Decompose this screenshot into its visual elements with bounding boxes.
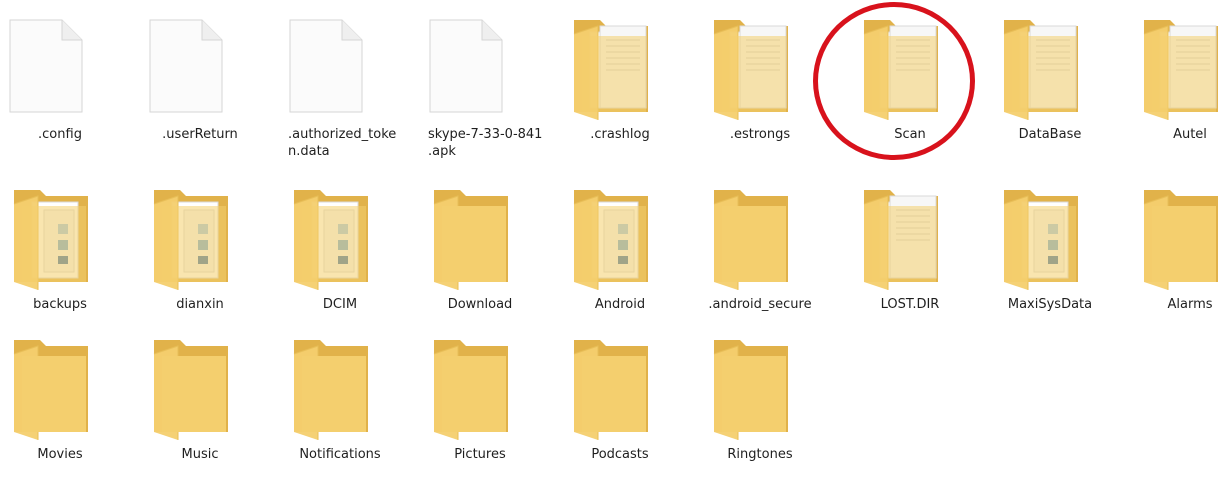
folder-documents-icon (850, 180, 970, 292)
item-label: dianxin (176, 297, 224, 312)
folder-item[interactable]: Podcasts (560, 330, 680, 480)
item-label: Download (447, 297, 513, 312)
folder-item[interactable]: Pictures (420, 330, 540, 480)
item-label: Pictures (454, 447, 506, 462)
folder-documents-icon (560, 10, 680, 122)
folder-documents-icon (990, 10, 1110, 122)
folder-images-icon (0, 180, 120, 292)
folder-icon (420, 180, 540, 292)
folder-documents-icon (850, 10, 970, 122)
folder-icon (1130, 180, 1226, 292)
folder-icon (140, 330, 260, 442)
folder-item[interactable]: Ringtones (700, 330, 820, 480)
folder-icon (560, 330, 680, 442)
item-label: Ringtones (727, 447, 793, 462)
item-label: Android (594, 297, 646, 312)
item-label: Scan (894, 127, 926, 142)
folder-item[interactable]: DataBase (990, 10, 1110, 160)
item-label: backups (33, 297, 87, 312)
folder-icon (280, 330, 400, 442)
folder-icon (0, 330, 120, 442)
item-label: skype-7-33-0-841 .apk (428, 127, 543, 159)
item-label: .authorized_toke n.data (288, 127, 397, 159)
folder-item[interactable]: Alarms (1130, 180, 1226, 330)
file-item[interactable]: skype-7-33-0-841 .apk (420, 10, 542, 160)
item-label: DataBase (1018, 127, 1082, 142)
folder-item[interactable]: backups (0, 180, 120, 330)
file-grid: .config .userReturn .authorized_toke n.d… (0, 0, 1226, 468)
folder-item[interactable]: Autel (1130, 10, 1226, 160)
folder-images-icon (990, 180, 1110, 292)
item-label: .android_secure (708, 297, 812, 312)
item-label: .estrongs (729, 127, 791, 142)
blank-file-icon (420, 10, 540, 122)
folder-item[interactable]: Download (420, 180, 540, 330)
folder-item[interactable]: .crashlog (560, 10, 680, 160)
folder-icon (700, 180, 820, 292)
folder-item[interactable]: MaxiSysData (990, 180, 1110, 330)
item-label: Notifications (299, 447, 381, 462)
folder-images-icon (560, 180, 680, 292)
item-label: Movies (37, 447, 83, 462)
file-item[interactable]: .authorized_toke n.data (280, 10, 400, 160)
folder-documents-icon (700, 10, 820, 122)
folder-icon (420, 330, 540, 442)
folder-item[interactable]: .estrongs (700, 10, 820, 160)
folder-item[interactable]: dianxin (140, 180, 260, 330)
folder-item[interactable]: DCIM (280, 180, 400, 330)
item-label: Podcasts (591, 447, 649, 462)
blank-file-icon (0, 10, 120, 122)
folder-item[interactable]: Android (560, 180, 680, 330)
blank-file-icon (140, 10, 260, 122)
item-label: MaxiSysData (1007, 297, 1093, 312)
item-label: .userReturn (162, 127, 238, 142)
file-item[interactable]: .userReturn (140, 10, 260, 160)
item-label: LOST.DIR (880, 297, 940, 312)
folder-item[interactable]: LOST.DIR (850, 180, 970, 330)
folder-images-icon (140, 180, 260, 292)
blank-file-icon (280, 10, 400, 122)
folder-item[interactable]: Scan (850, 10, 970, 160)
folder-item[interactable]: Music (140, 330, 260, 480)
folder-documents-icon (1130, 10, 1226, 122)
folder-item[interactable]: .android_secure (700, 180, 820, 330)
item-label: Autel (1173, 127, 1207, 142)
item-label: .config (38, 127, 82, 142)
folder-icon (700, 330, 820, 442)
item-label: Alarms (1167, 297, 1213, 312)
folder-images-icon (280, 180, 400, 292)
file-item[interactable]: .config (0, 10, 120, 160)
item-label: .crashlog (590, 127, 650, 142)
item-label: Music (181, 447, 219, 462)
folder-item[interactable]: Movies (0, 330, 120, 480)
folder-item[interactable]: Notifications (280, 330, 400, 480)
item-label: DCIM (322, 297, 358, 312)
